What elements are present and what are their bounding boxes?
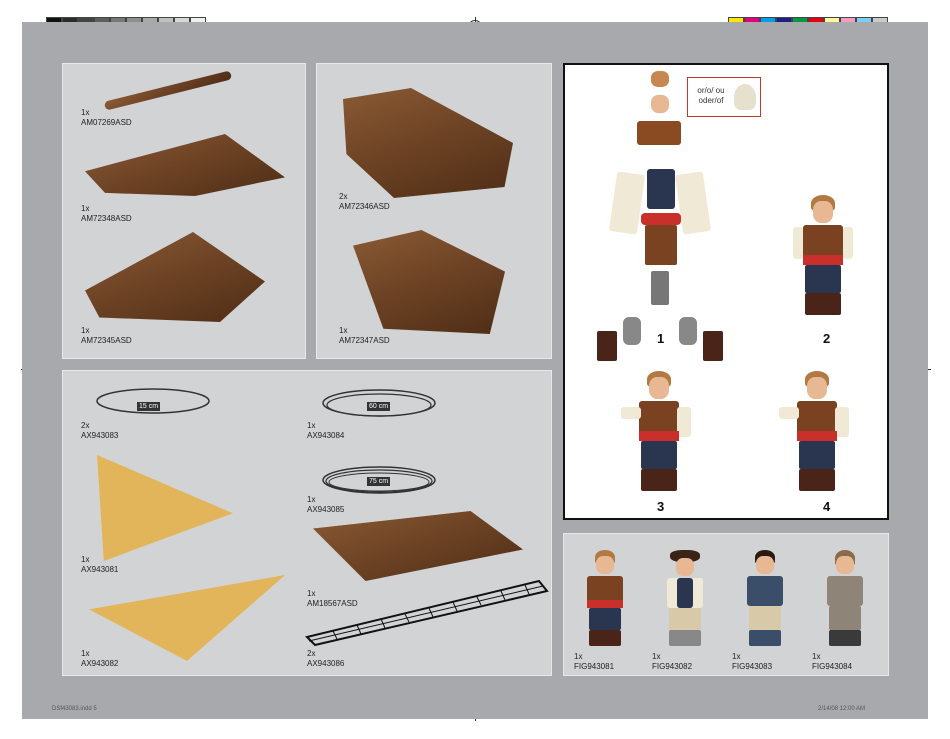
legs [805, 265, 841, 293]
sash [803, 255, 843, 265]
part-label: 1x AX943082 [81, 649, 119, 668]
legs [799, 441, 835, 469]
torso [747, 576, 783, 606]
parts-panel-deck: 2x AM72346ASD 1x AM72347ASD [316, 63, 552, 359]
sail-triangle-part [89, 575, 285, 661]
step-number: 3 [657, 499, 665, 514]
left-leg-piece [623, 317, 641, 345]
arm [621, 407, 641, 419]
figure-fig943084 [820, 550, 870, 650]
sash [639, 431, 679, 441]
left-boot-piece [597, 331, 617, 361]
base-plate-part [313, 511, 523, 581]
assembled-figure-step-3 [619, 371, 699, 501]
figure-label: 1x FIG943081 [574, 652, 615, 671]
sash [797, 431, 837, 441]
deck-section-part [343, 88, 513, 198]
date-slug: 2/14/08 12:00 AM [818, 706, 866, 712]
step-number: 1 [657, 331, 665, 346]
stern-hull-part [85, 232, 265, 322]
figure-fig943083 [740, 550, 790, 650]
arm [779, 407, 799, 419]
arm [835, 407, 849, 437]
part-label: 1x AM72347ASD [339, 326, 390, 345]
parts-panel-rigging: 15 cm 2x AX943083 60 cm 1x AX943084 75 cm … [62, 370, 552, 676]
sash-piece [641, 213, 681, 225]
face [756, 556, 774, 574]
right-boot-piece [703, 331, 723, 361]
alternate-part-box: or/o/ ou oder/of [687, 77, 761, 117]
bow-hull-part [85, 134, 285, 196]
arm [843, 227, 853, 259]
face [676, 558, 694, 576]
file-slug: DSf43083.indd 5 [52, 706, 97, 712]
length-tag: 15 cm [137, 402, 161, 411]
figure-assembly-panel: or/o/ ou oder/of 1 2 3 4 [563, 63, 889, 520]
left-arm-piece [608, 171, 646, 235]
face [649, 377, 669, 399]
boots [669, 630, 701, 646]
hair-piece [651, 71, 669, 87]
parts-panel-hull: 1x AM07269ASD 1x AM72348ASD 1x AM72345ASD [62, 63, 306, 359]
sail-triangle-part [97, 455, 233, 561]
face [807, 377, 827, 399]
part-label: 1x AX943081 [81, 555, 119, 574]
boots [589, 630, 621, 646]
length-tag: 75 cm [367, 477, 391, 486]
figure-label: 1x FIG943084 [812, 652, 853, 671]
cabin-floor-part [353, 230, 505, 334]
part-label: 1x AX943085 [307, 495, 345, 514]
head-piece [651, 95, 669, 113]
alternate-label: or/o/ ou oder/of [697, 86, 725, 105]
part-label: 2x AM72346ASD [339, 192, 390, 211]
figure-fig943082 [660, 550, 710, 650]
hood-piece [734, 84, 756, 110]
boots [749, 630, 781, 646]
torso [827, 576, 863, 606]
face [813, 201, 833, 223]
part-label: 1x AM72345ASD [81, 326, 132, 345]
right-leg-piece [679, 317, 697, 345]
arm [677, 407, 691, 437]
boots [641, 469, 677, 491]
part-label: 1x AX943084 [307, 421, 345, 440]
coat-tail-piece [645, 225, 677, 265]
figures-panel: 1x FIG943081 1x FIG943082 1x FIG943083 1x FI… [563, 533, 889, 676]
part-label: 2x AX943083 [81, 421, 119, 440]
legs [829, 606, 861, 630]
legs [669, 608, 701, 630]
part-label: 1x AM72348ASD [81, 204, 132, 223]
right-arm-piece [674, 171, 712, 235]
part-label: 1x AM07269ASD [81, 108, 132, 127]
face [836, 556, 854, 574]
assembled-figure-step-2 [793, 195, 853, 325]
legs [589, 608, 621, 630]
boots [829, 630, 861, 646]
sash [587, 600, 623, 608]
step-number: 2 [823, 331, 831, 346]
figure-label: 1x FIG943082 [652, 652, 693, 671]
vest-piece [637, 121, 681, 145]
length-tag: 60 cm [367, 402, 391, 411]
boots [805, 293, 841, 315]
legs [641, 441, 677, 469]
rigging-net-icon [305, 579, 549, 647]
arm [793, 227, 803, 259]
string-15cm-icon [96, 388, 210, 414]
part-label: 2x AX943086 [307, 649, 345, 668]
legs [749, 606, 781, 630]
figure-label: 1x FIG943083 [732, 652, 773, 671]
torso-piece [647, 169, 675, 209]
assembled-figure-step-4 [777, 371, 857, 501]
boots [799, 469, 835, 491]
hip-joint-piece [651, 271, 669, 305]
figure-fig943081 [580, 550, 630, 650]
step-number: 4 [823, 499, 831, 514]
mast-part [103, 70, 233, 111]
face [596, 556, 614, 574]
vest [677, 578, 693, 608]
